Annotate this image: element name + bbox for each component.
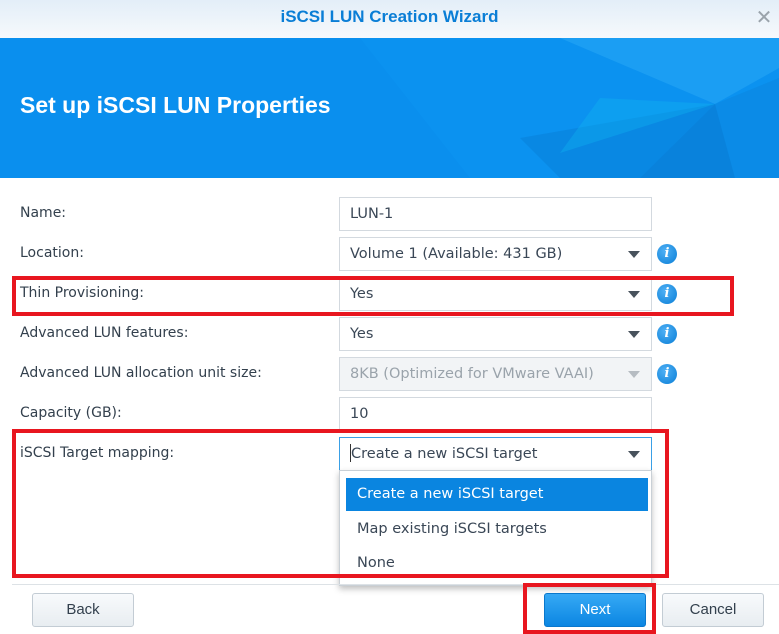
target-mapping-row: iSCSI Target mapping: Create a new iSCSI…: [0, 437, 779, 471]
target-mapping-dropdown: Create a new iSCSI target Map existing i…: [339, 470, 652, 586]
close-icon[interactable]: ✕: [753, 6, 775, 28]
advanced-features-label: Advanced LUN features:: [20, 325, 189, 341]
next-button[interactable]: Next: [544, 593, 646, 627]
allocation-unit-row: Advanced LUN allocation unit size: 8KB (…: [0, 357, 779, 391]
thin-provisioning-label: Thin Provisioning:: [20, 285, 145, 301]
dropdown-option[interactable]: Create a new iSCSI target: [346, 478, 648, 511]
thin-provisioning-value: Yes: [350, 286, 374, 302]
page-heading: Set up iSCSI LUN Properties: [20, 92, 331, 118]
advanced-features-row: Advanced LUN features: Yes i: [0, 317, 779, 351]
capacity-input[interactable]: 10: [339, 397, 652, 431]
wizard-banner: Set up iSCSI LUN Properties: [0, 38, 779, 178]
chevron-down-icon: [628, 251, 640, 258]
allocation-unit-select: 8KB (Optimized for VMware VAAI): [339, 357, 652, 391]
name-label: Name:: [20, 205, 67, 221]
location-value: Volume 1 (Available: 431 GB): [350, 246, 563, 262]
name-row: Name: LUN-1: [0, 197, 779, 231]
window-titlebar: iSCSI LUN Creation Wizard ✕: [0, 0, 779, 38]
info-icon[interactable]: i: [657, 244, 677, 264]
thin-provisioning-row: Thin Provisioning: Yes i: [0, 277, 779, 311]
chevron-down-icon: [628, 331, 640, 338]
chevron-down-icon: [628, 451, 640, 458]
back-button[interactable]: Back: [32, 593, 134, 627]
location-row: Location: Volume 1 (Available: 431 GB) i: [0, 237, 779, 271]
chevron-down-icon: [628, 291, 640, 298]
capacity-value: 10: [350, 406, 369, 422]
footer-divider: [12, 584, 779, 585]
name-input[interactable]: LUN-1: [339, 197, 652, 231]
capacity-row: Capacity (GB): 10: [0, 397, 779, 431]
advanced-features-select[interactable]: Yes: [339, 317, 652, 351]
dropdown-option[interactable]: None: [346, 547, 648, 580]
info-icon[interactable]: i: [657, 364, 677, 384]
dropdown-option[interactable]: Map existing iSCSI targets: [346, 513, 648, 546]
location-label: Location:: [20, 245, 84, 261]
target-mapping-label: iSCSI Target mapping:: [20, 445, 175, 461]
thin-provisioning-select[interactable]: Yes: [339, 277, 652, 311]
chevron-down-icon: [628, 371, 640, 378]
cancel-button[interactable]: Cancel: [662, 593, 764, 627]
info-icon[interactable]: i: [657, 324, 677, 344]
window-title: iSCSI LUN Creation Wizard: [280, 7, 499, 26]
name-value: LUN-1: [350, 206, 394, 222]
allocation-unit-value: 8KB (Optimized for VMware VAAI): [350, 366, 594, 382]
advanced-features-value: Yes: [350, 326, 374, 342]
capacity-label: Capacity (GB):: [20, 405, 122, 421]
allocation-unit-label: Advanced LUN allocation unit size:: [20, 365, 262, 381]
location-select[interactable]: Volume 1 (Available: 431 GB): [339, 237, 652, 271]
info-icon[interactable]: i: [657, 284, 677, 304]
target-mapping-value: Create a new iSCSI target: [351, 446, 538, 462]
target-mapping-select[interactable]: Create a new iSCSI target: [339, 437, 652, 471]
